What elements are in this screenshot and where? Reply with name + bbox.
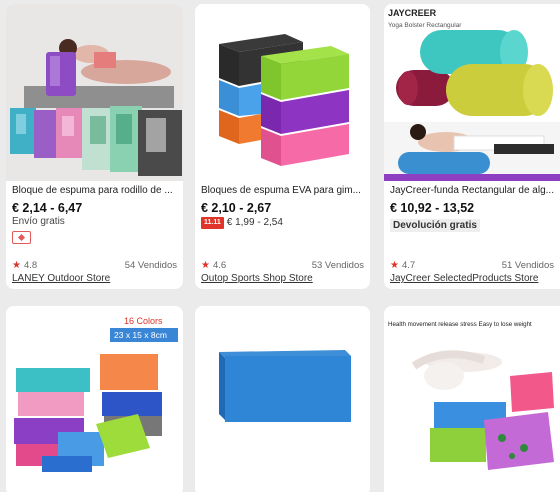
- store-link[interactable]: Outop Sports Shop Store: [201, 273, 366, 284]
- image-caption: Health movement release stress Easy to l…: [388, 321, 532, 328]
- product-title[interactable]: Bloque de espuma para rodillo de ...: [12, 184, 179, 197]
- sold-count: 53 Vendidos: [311, 260, 364, 271]
- rating-value: 4.6: [212, 260, 227, 271]
- product-price: € 2,10 - 2,67: [201, 201, 272, 215]
- sold-count: 54 Vendidos: [124, 260, 177, 271]
- size-caption: 23 x 15 x 8cm: [114, 330, 167, 340]
- colors-caption: 16 Colors: [124, 316, 163, 326]
- star-icon: ★: [12, 260, 21, 271]
- product-rating: ★ 4.6: [201, 260, 226, 271]
- product-grid: Bloque de espuma para rodillo de ... € 2…: [0, 0, 560, 492]
- product-rating: ★ 4.7: [390, 260, 415, 271]
- promo-tag: 11.11: [201, 216, 224, 229]
- brand-logo: JAYCREER: [388, 8, 437, 18]
- product-card[interactable]: [195, 306, 370, 492]
- colored-yoga-blocks-image[interactable]: 16 Colors 23 x 15 x 8cm: [6, 306, 183, 483]
- coupon-icon: [12, 231, 31, 244]
- product-card[interactable]: Health movement release stress Easy to l…: [384, 306, 560, 492]
- image-caption: Yoga Bolster Rectangular: [388, 22, 462, 29]
- product-title[interactable]: JayCreer-funda Rectangular de alg...: [390, 184, 556, 197]
- yoga-woman-foam-blocks-image[interactable]: [6, 4, 183, 181]
- store-link[interactable]: LANEY Outdoor Store: [12, 273, 179, 284]
- yoga-pose-blocks-image[interactable]: Health movement release stress Easy to l…: [384, 306, 560, 483]
- product-card[interactable]: Bloque de espuma para rodillo de ... € 2…: [6, 4, 183, 289]
- product-title[interactable]: Bloques de espuma EVA para gim...: [201, 184, 366, 197]
- star-icon: ★: [201, 260, 210, 271]
- product-rating: ★ 4.8: [12, 260, 37, 271]
- stacked-foam-blocks-image[interactable]: [195, 4, 370, 181]
- blue-yoga-block-image[interactable]: [195, 306, 370, 483]
- star-icon: ★: [390, 260, 399, 271]
- shipping-label: Envío gratis: [12, 216, 65, 227]
- product-card[interactable]: 16 Colors 23 x 15 x 8cm: [6, 306, 183, 492]
- rating-value: 4.7: [401, 260, 416, 271]
- promo-price: € 1,99 - 2,54: [226, 217, 283, 228]
- product-price: € 2,14 - 6,47: [12, 201, 83, 215]
- store-link[interactable]: JayCreer SelectedProducts Store: [390, 273, 556, 284]
- product-card[interactable]: Bloques de espuma EVA para gim... € 2,10…: [195, 4, 370, 289]
- sold-count: 51 Vendidos: [501, 260, 554, 271]
- yoga-bolster-image[interactable]: JAYCREER Yoga Bolster Rectangular: [384, 4, 560, 181]
- rating-value: 4.8: [23, 260, 38, 271]
- promo-row: 11.11 € 1,99 - 2,54: [201, 216, 366, 229]
- product-price: € 10,92 - 13,52: [390, 201, 475, 215]
- free-return-badge: Devolución gratis: [390, 219, 480, 232]
- product-card[interactable]: JAYCREER Yoga Bolster Rectangular JayCre…: [384, 4, 560, 289]
